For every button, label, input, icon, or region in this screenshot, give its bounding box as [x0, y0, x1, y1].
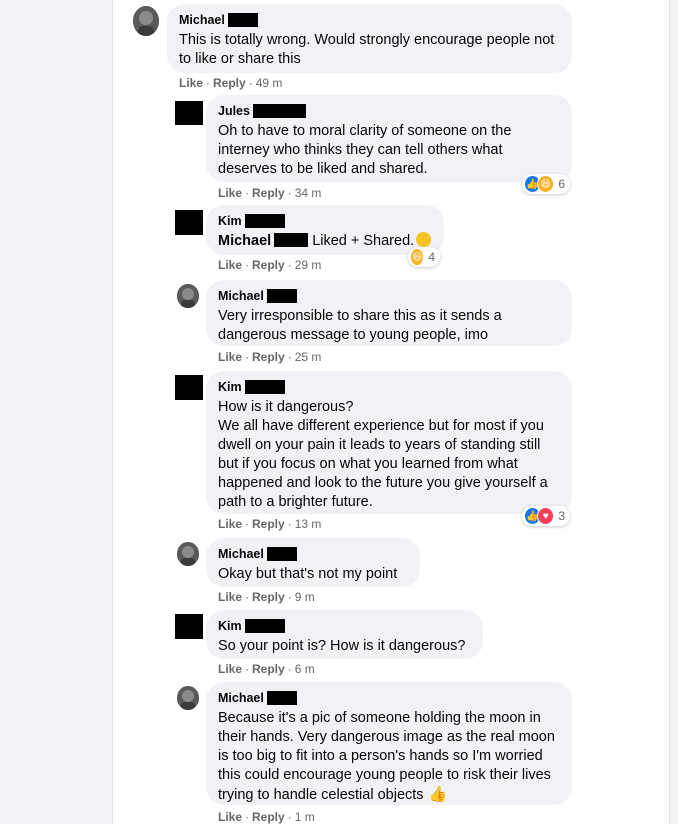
- comment-body: Liked + Shared.: [312, 233, 415, 249]
- comment-text: This is totally wrong. Would strongly en…: [179, 32, 555, 67]
- like-link[interactable]: Like: [218, 517, 242, 531]
- comment-actions: Like · Reply · 29 m: [218, 258, 322, 272]
- redacted-surname: [266, 289, 297, 303]
- author-name[interactable]: Kim: [218, 214, 242, 228]
- avatar[interactable]: [177, 686, 199, 710]
- like-link[interactable]: Like: [218, 258, 242, 272]
- redacted-surname: [266, 547, 297, 561]
- timestamp[interactable]: 34 m: [295, 186, 322, 200]
- love-icon: ♥: [537, 507, 555, 525]
- like-link[interactable]: Like: [218, 350, 242, 364]
- comment-text: How is it dangerous? We all have differe…: [218, 399, 548, 510]
- timestamp[interactable]: 1 m: [295, 810, 315, 824]
- author-name[interactable]: Michael: [218, 289, 264, 303]
- reaction-count: 4: [428, 250, 435, 264]
- timestamp[interactable]: 6 m: [295, 662, 315, 676]
- reply-link[interactable]: Reply: [252, 590, 285, 604]
- haha-icon: 😆: [410, 248, 425, 266]
- author-name[interactable]: Kim: [218, 619, 242, 633]
- grinning-face-icon: [416, 232, 432, 247]
- reply-link[interactable]: Reply: [213, 76, 246, 90]
- timestamp[interactable]: 25 m: [295, 350, 322, 364]
- redacted-surname: [244, 380, 285, 394]
- reply-link[interactable]: Reply: [252, 350, 285, 364]
- timestamp[interactable]: 13 m: [295, 517, 322, 531]
- comment-actions: Like · Reply · 25 m: [218, 350, 322, 364]
- comment-actions: Like · Reply · 13 m: [218, 517, 322, 531]
- redacted-surname: [244, 214, 285, 228]
- comment-text: Okay but that's not my point: [218, 566, 398, 582]
- reply-link[interactable]: Reply: [252, 517, 285, 531]
- avatar[interactable]: [175, 210, 203, 235]
- author-name[interactable]: Jules: [218, 104, 250, 118]
- reply-link[interactable]: Reply: [252, 186, 285, 200]
- author-name[interactable]: Kim: [218, 380, 242, 394]
- like-link[interactable]: Like: [218, 662, 242, 676]
- avatar[interactable]: [177, 284, 199, 308]
- comment-text: Because it's a pic of someone holding th…: [218, 709, 560, 805]
- comment-actions: Like · Reply · 49 m: [179, 76, 283, 90]
- reaction-summary[interactable]: 👍 😆 6: [522, 174, 570, 194]
- author-name[interactable]: Michael: [179, 13, 225, 27]
- comment-actions: Like · Reply · 6 m: [218, 662, 315, 676]
- comment-bubble: Michael Because it's a pic of someone ho…: [206, 682, 572, 805]
- mention-tag[interactable]: Michael: [218, 233, 271, 249]
- haha-icon: 😆: [537, 175, 555, 193]
- comment-bubble: Michael Okay but that's not my point: [206, 538, 420, 587]
- avatar[interactable]: [177, 542, 199, 566]
- comment-actions: Like · Reply · 34 m: [218, 186, 322, 200]
- reply-link[interactable]: Reply: [252, 662, 285, 676]
- reply-link[interactable]: Reply: [252, 810, 285, 824]
- redacted-surname: [252, 104, 306, 118]
- like-link[interactable]: Like: [179, 76, 203, 90]
- comment-bubble: Kim So your point is? How is it dangerou…: [206, 610, 483, 659]
- timestamp[interactable]: 49 m: [256, 76, 283, 90]
- comment-text: Very irresponsible to share this as it s…: [218, 308, 502, 343]
- redacted-surname: [266, 691, 297, 705]
- author-name[interactable]: Michael: [218, 547, 264, 561]
- reaction-summary[interactable]: 😆 4: [408, 247, 440, 267]
- like-link[interactable]: Like: [218, 590, 242, 604]
- timestamp[interactable]: 9 m: [295, 590, 315, 604]
- thumbs-up-icon: 👍: [428, 786, 448, 803]
- avatar[interactable]: [175, 375, 203, 400]
- comment-actions: Like · Reply · 9 m: [218, 590, 315, 604]
- comment-body: Because it's a pic of someone holding th…: [218, 710, 555, 803]
- reaction-count: 6: [558, 177, 565, 191]
- reaction-count: 3: [558, 509, 565, 523]
- comment-text: Michael Liked + Shared.: [218, 232, 432, 251]
- redacted-surname: [227, 13, 258, 27]
- reply-link[interactable]: Reply: [252, 258, 285, 272]
- author-name[interactable]: Michael: [218, 691, 264, 705]
- comment-bubble: Michael This is totally wrong. Would str…: [167, 4, 572, 73]
- comment-text: So your point is? How is it dangerous?: [218, 638, 466, 654]
- avatar[interactable]: [175, 614, 203, 639]
- avatar[interactable]: [133, 6, 159, 36]
- redacted-surname: [244, 619, 285, 633]
- comment-actions: Like · Reply · 1 m: [218, 810, 315, 824]
- timestamp[interactable]: 29 m: [295, 258, 322, 272]
- redacted-surname: [274, 233, 309, 247]
- comment-bubble: Kim Michael Liked + Shared.: [206, 205, 444, 255]
- like-link[interactable]: Like: [218, 810, 242, 824]
- avatar[interactable]: [175, 101, 203, 125]
- comment-text: Oh to have to moral clarity of someone o…: [218, 123, 512, 177]
- like-link[interactable]: Like: [218, 186, 242, 200]
- reaction-summary[interactable]: 👍 ♥ 3: [522, 506, 570, 526]
- comment-bubble: Kim How is it dangerous? We all have dif…: [206, 371, 572, 514]
- comment-bubble: Jules Oh to have to moral clarity of som…: [206, 95, 572, 182]
- comment-bubble: Michael Very irresponsible to share this…: [206, 280, 572, 346]
